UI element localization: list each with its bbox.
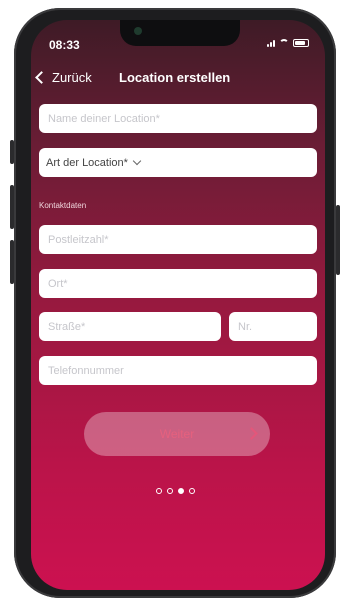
volume-down-button <box>10 240 14 284</box>
power-button <box>336 205 340 275</box>
section-label-contact: Kontaktdaten <box>39 201 87 210</box>
street-input[interactable] <box>46 319 214 334</box>
phone-input[interactable] <box>46 363 310 378</box>
wifi-icon <box>279 39 289 47</box>
postcode-input[interactable] <box>46 232 310 247</box>
location-type-value: Art der Location* <box>46 156 128 169</box>
page-indicator <box>156 488 195 494</box>
status-time: 08:33 <box>49 38 80 52</box>
chevron-right-icon <box>245 427 258 440</box>
location-name-input[interactable] <box>46 111 310 126</box>
back-label: Zurück <box>52 70 92 85</box>
location-type-select[interactable]: Art der Location* <box>39 148 317 177</box>
status-icons <box>267 39 309 47</box>
navigation-bar: Zurück Location erstellen <box>31 68 325 92</box>
street-field <box>39 312 221 341</box>
volume-up-button <box>10 185 14 229</box>
battery-icon <box>293 39 309 47</box>
phone-field <box>39 356 317 385</box>
house-number-field <box>229 312 317 341</box>
notch <box>120 20 240 46</box>
chevron-down-icon <box>132 156 142 166</box>
next-label: Weiter <box>159 427 195 441</box>
location-name-field <box>39 104 317 133</box>
next-button[interactable]: Weiter <box>84 412 270 456</box>
chevron-left-icon <box>35 71 48 84</box>
back-button[interactable]: Zurück <box>35 70 92 85</box>
cellular-signal-icon <box>267 40 275 47</box>
house-number-input[interactable] <box>236 319 310 334</box>
page-dot <box>156 488 162 494</box>
city-field <box>39 269 317 298</box>
app-screen: 08:33 Zurück Location erstellen Art der … <box>31 20 325 590</box>
page-dot <box>178 488 184 494</box>
postcode-field <box>39 225 317 254</box>
page-dot <box>167 488 173 494</box>
mute-switch <box>10 140 14 164</box>
page-dot <box>189 488 195 494</box>
camera-icon <box>134 27 142 35</box>
page-title: Location erstellen <box>119 70 231 85</box>
city-input[interactable] <box>46 276 310 291</box>
